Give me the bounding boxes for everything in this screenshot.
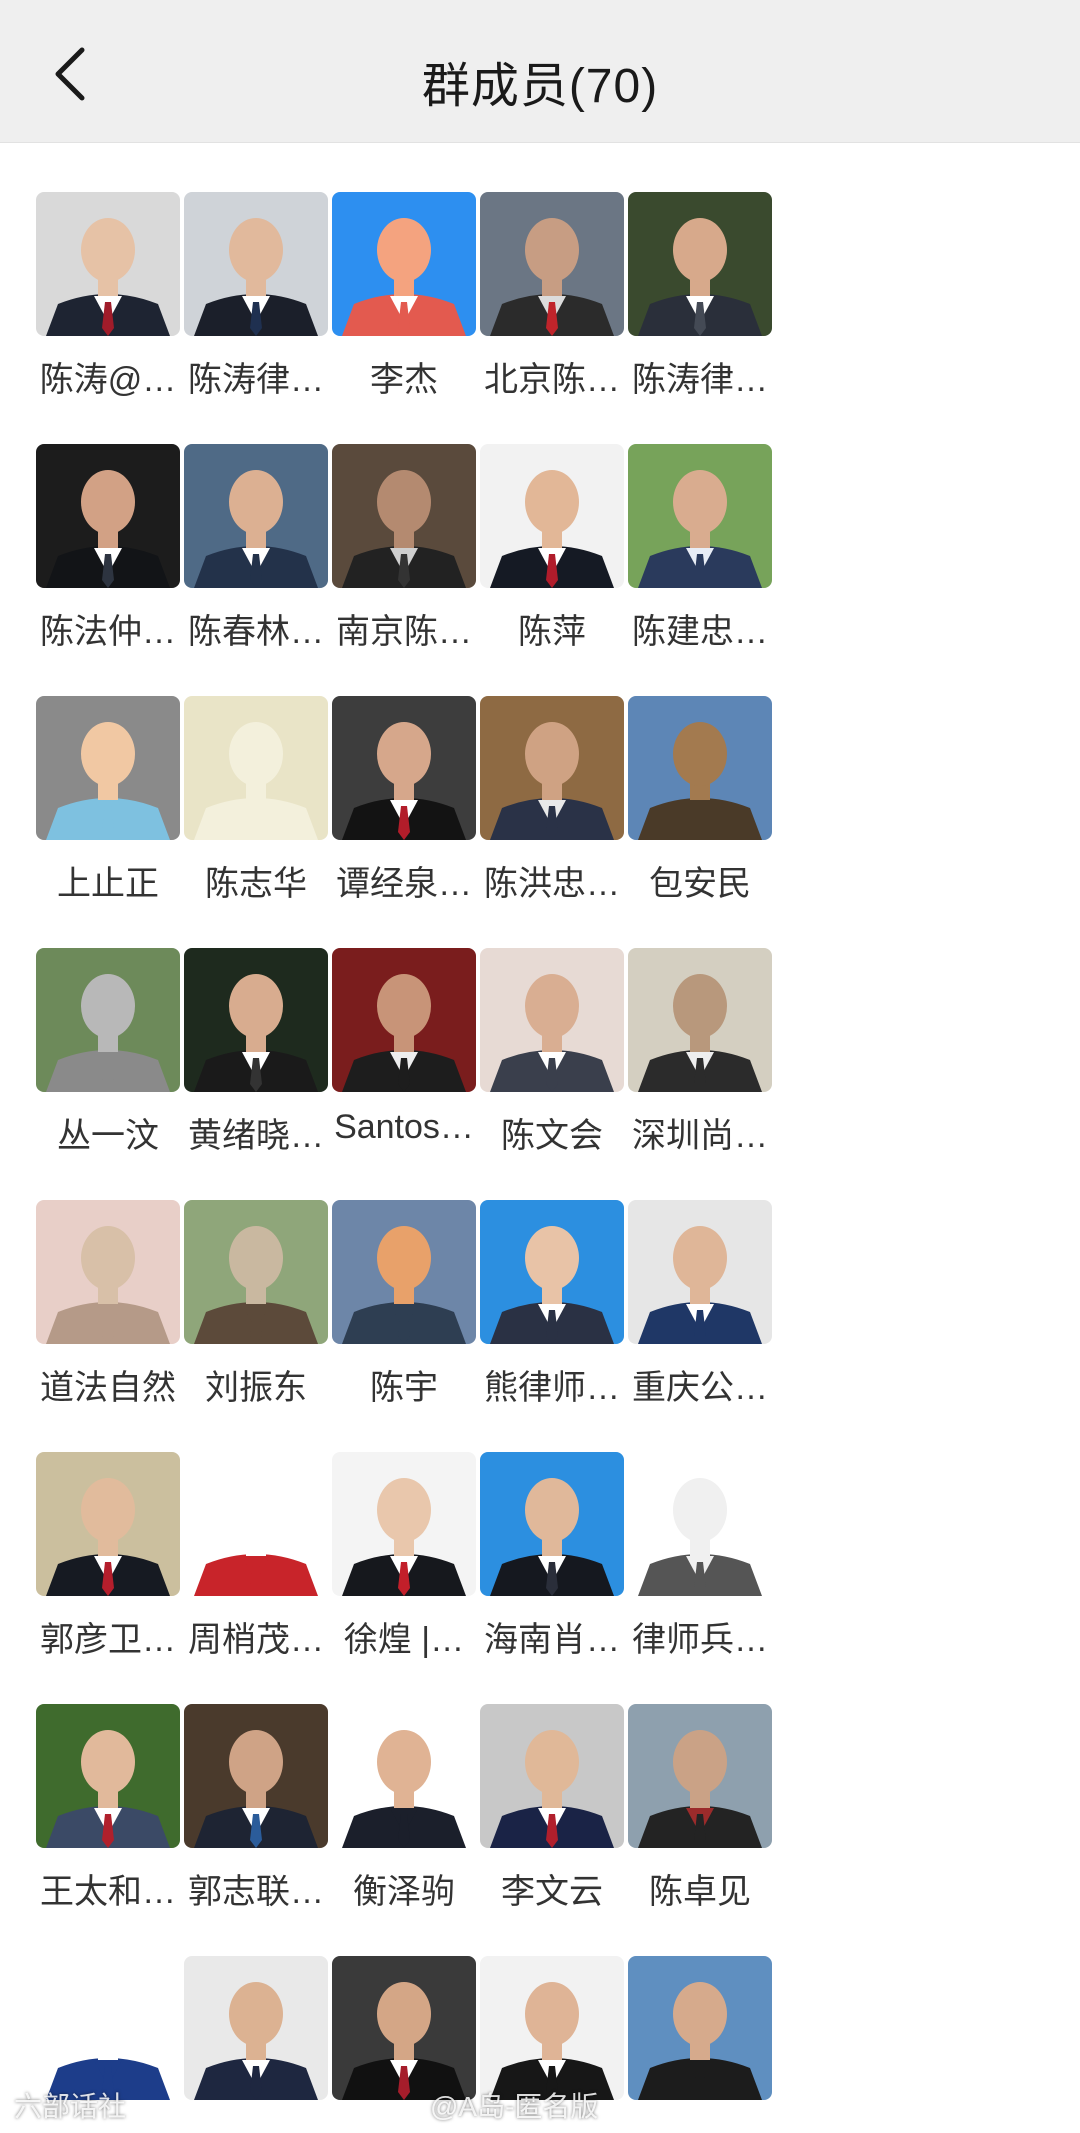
member-name: 重庆公…: [632, 1369, 768, 1407]
page-title: 群成员(70): [421, 60, 659, 113]
watermark-left: 六部话社: [14, 2091, 127, 2122]
watermark: 六部话社 @A岛-匿名版: [0, 2079, 1080, 2123]
member-grid: 陈涛@… 陈涛律… 李杰 北京陈… 陈涛律… 陈法仲… 陈春林… 南京陈… 陈萍 陈建忠… 上止正陈…: [0, 142, 1080, 2133]
member-name: 律师兵…: [632, 1621, 768, 1659]
member-item[interactable]: 陈建忠…: [600, 444, 800, 684]
member-avatar: [628, 1200, 772, 1344]
member-name: 深圳尚…: [632, 1117, 768, 1155]
member-item[interactable]: 包安民: [600, 696, 800, 936]
member-item[interactable]: 陈涛律…: [600, 192, 800, 432]
member-avatar: [628, 1452, 772, 1596]
member-item[interactable]: 陈卓见: [600, 1704, 800, 1944]
member-name: 陈建忠…: [632, 613, 768, 651]
member-name: 陈卓见: [649, 1873, 751, 1911]
member-item[interactable]: 律师兵…: [600, 1452, 800, 1692]
member-item[interactable]: 深圳尚…: [600, 948, 800, 1188]
member-avatar: [628, 444, 772, 588]
top-navigation-bar: 群成员(70): [0, 0, 1080, 143]
member-avatar: [628, 192, 772, 336]
member-name: 包安民: [649, 865, 751, 903]
member-avatar: [628, 1704, 772, 1848]
member-name: 陈涛律…: [632, 361, 768, 399]
member-avatar: [628, 696, 772, 840]
member-avatar: [628, 948, 772, 1092]
watermark-center: @A岛-匿名版: [430, 2091, 599, 2122]
member-item[interactable]: 重庆公…: [600, 1200, 800, 1440]
